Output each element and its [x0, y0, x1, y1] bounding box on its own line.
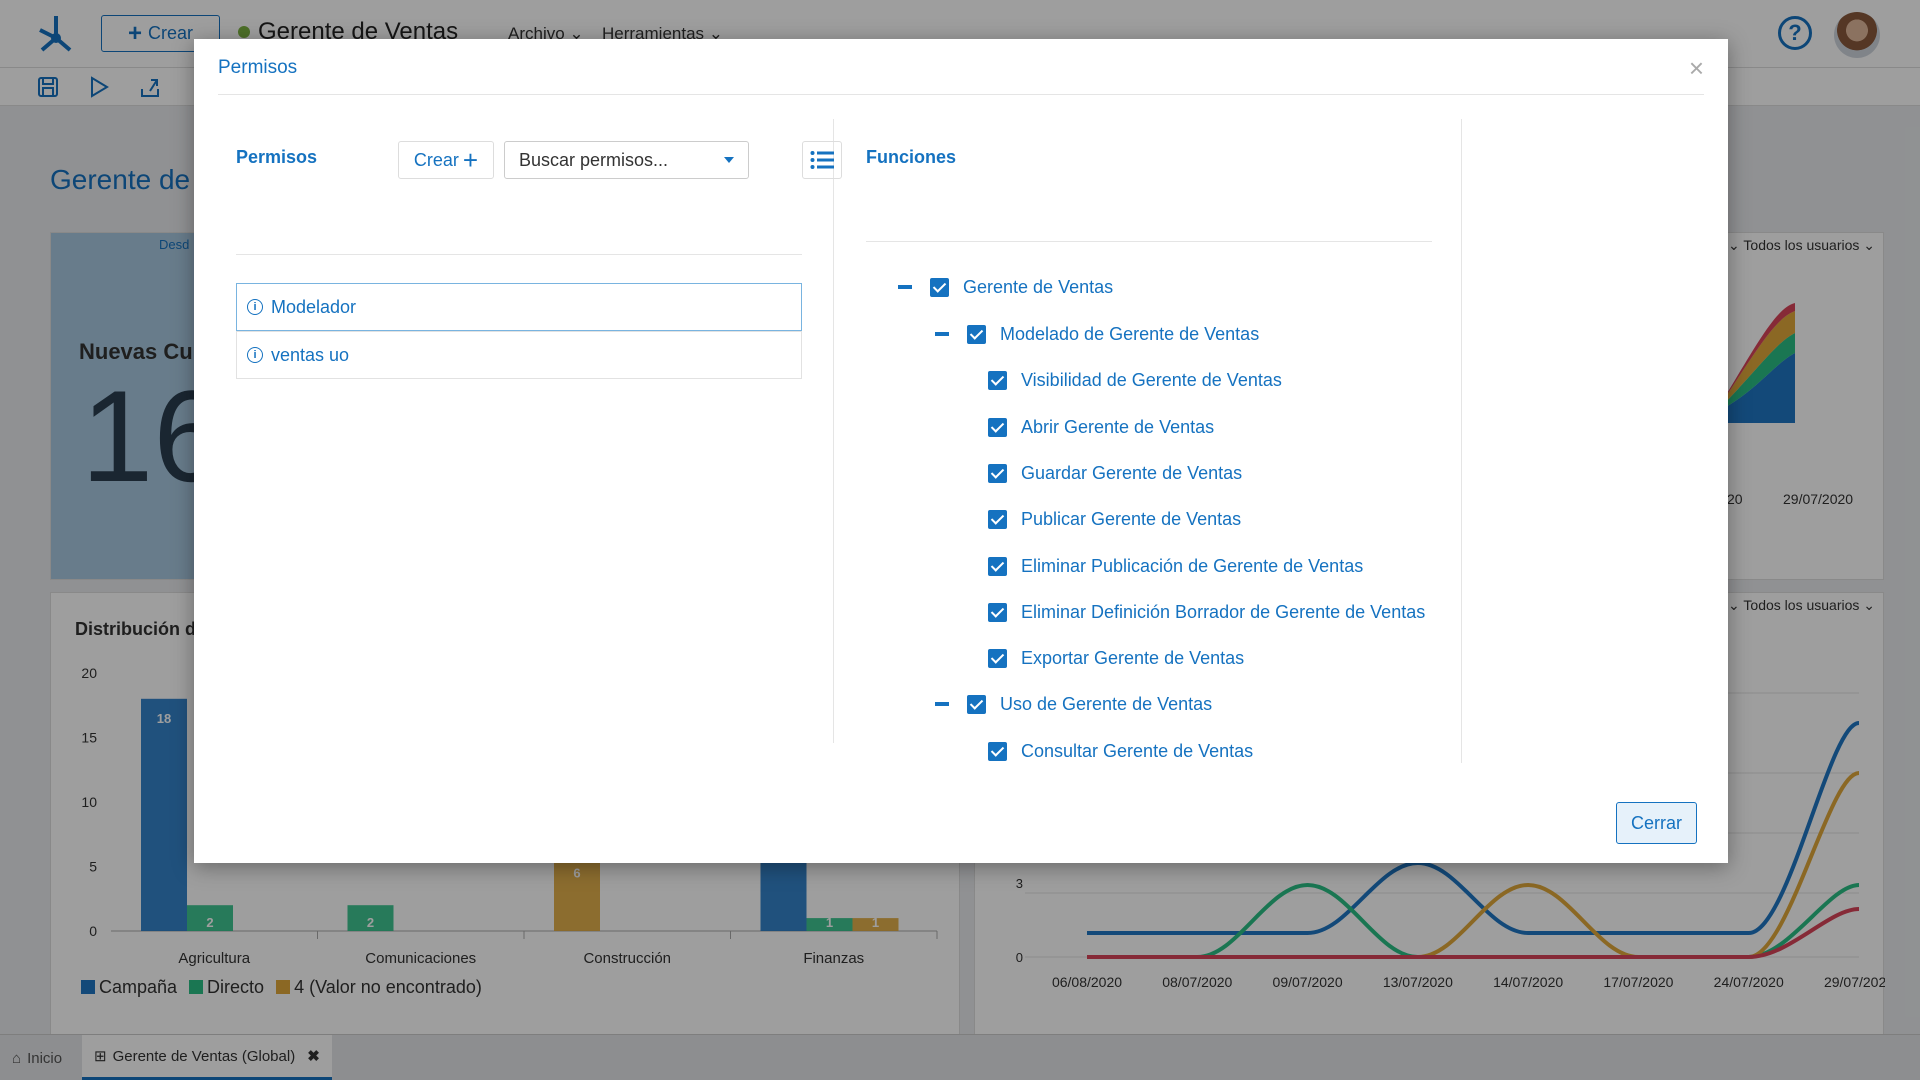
- tree-node-label[interactable]: Abrir Gerente de Ventas: [1021, 417, 1214, 438]
- divider: [236, 254, 802, 255]
- list-icon: [810, 151, 834, 169]
- checkbox-checked[interactable]: [988, 741, 1007, 761]
- divider: [866, 241, 1432, 242]
- tree-node-abrir: Abrir Gerente de Ventas: [988, 415, 1214, 439]
- tree-node-uso: Uso de Gerente de Ventas: [935, 692, 1212, 716]
- functions-heading: Funciones: [866, 147, 957, 167]
- list-view-button[interactable]: [802, 141, 842, 179]
- search-permissions-select[interactable]: Buscar permisos...: [504, 141, 749, 179]
- tree-node-label[interactable]: Modelado de Gerente de Ventas: [1000, 324, 1259, 345]
- checkbox-checked[interactable]: [967, 694, 986, 714]
- permission-item-label: ventas uo: [271, 344, 350, 365]
- collapse-icon[interactable]: [935, 332, 949, 336]
- tree-node-publicar: Publicar Gerente de Ventas: [988, 507, 1241, 531]
- create-permission-label: Crear: [413, 149, 459, 170]
- checkbox-checked[interactable]: [988, 417, 1007, 437]
- create-permission-button[interactable]: Crear +: [398, 141, 494, 179]
- tree-node-label[interactable]: Guardar Gerente de Ventas: [1021, 463, 1242, 484]
- permission-item-label: Modelador: [271, 296, 357, 317]
- permission-item-modelador[interactable]: i Modelador: [236, 283, 802, 331]
- tree-node-gerente-de-ventas: Gerente de Ventas: [898, 275, 1113, 299]
- checkbox-checked[interactable]: [988, 602, 1007, 622]
- checkbox-checked[interactable]: [988, 556, 1007, 576]
- checkbox-checked[interactable]: [988, 509, 1007, 529]
- tree-node-guardar: Guardar Gerente de Ventas: [988, 461, 1242, 485]
- info-icon[interactable]: i: [247, 299, 263, 315]
- info-icon[interactable]: i: [247, 347, 263, 363]
- permission-item-ventas-uo[interactable]: i ventas uo: [236, 331, 802, 379]
- tree-node-consultar: Consultar Gerente de Ventas: [988, 739, 1253, 763]
- checkbox-checked[interactable]: [930, 277, 949, 297]
- tree-node-label[interactable]: Consultar Gerente de Ventas: [1021, 741, 1253, 762]
- tree-node-exportar: Exportar Gerente de Ventas: [988, 646, 1244, 670]
- functions-column: Funciones Gerente de Ventas Modelado de …: [866, 119, 1462, 763]
- modal-title: Permisos: [218, 57, 298, 78]
- checkbox-checked[interactable]: [988, 463, 1007, 483]
- permissions-column: Permisos Crear + Buscar permisos... i Mo…: [236, 119, 842, 743]
- plus-icon: +: [462, 145, 479, 175]
- collapse-icon[interactable]: [898, 285, 912, 289]
- tree-node-label[interactable]: Gerente de Ventas: [963, 277, 1113, 298]
- tree-node-label[interactable]: Exportar Gerente de Ventas: [1021, 648, 1244, 669]
- modal-header: Permisos ×: [218, 39, 1704, 95]
- tree-node-label[interactable]: Visibilidad de Gerente de Ventas: [1021, 370, 1282, 391]
- tree-node-label[interactable]: Uso de Gerente de Ventas: [1000, 694, 1212, 715]
- checkbox-checked[interactable]: [988, 370, 1007, 390]
- permissions-heading: Permisos: [236, 147, 318, 167]
- caret-down-icon: [724, 157, 734, 163]
- checkbox-checked[interactable]: [988, 648, 1007, 668]
- search-permissions-placeholder: Buscar permisos...: [519, 149, 669, 170]
- tree-node-eliminar-publicacion: Eliminar Publicación de Gerente de Venta…: [988, 554, 1363, 578]
- close-button[interactable]: Cerrar: [1616, 802, 1697, 844]
- tree-node-visibilidad: Visibilidad de Gerente de Ventas: [988, 368, 1282, 392]
- tree-node-label[interactable]: Eliminar Publicación de Gerente de Venta…: [1021, 556, 1363, 577]
- collapse-icon[interactable]: [935, 702, 949, 706]
- permissions-modal: Permisos × Permisos Crear + Buscar permi…: [194, 39, 1728, 863]
- tree-node-label[interactable]: Publicar Gerente de Ventas: [1021, 509, 1241, 530]
- tree-node-eliminar-definicion: Eliminar Definición Borrador de Gerente …: [988, 600, 1425, 624]
- tree-node-label[interactable]: Eliminar Definición Borrador de Gerente …: [1021, 602, 1425, 623]
- tree-node-modelado: Modelado de Gerente de Ventas: [935, 322, 1259, 346]
- checkbox-checked[interactable]: [967, 324, 986, 344]
- close-icon[interactable]: ×: [1689, 53, 1704, 84]
